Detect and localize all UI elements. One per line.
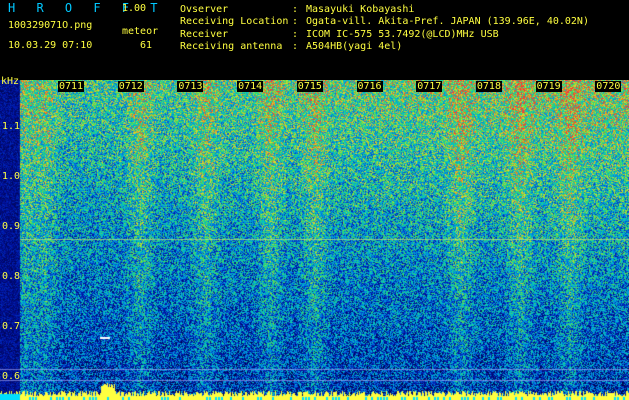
antenna-label: Receiving antenna	[180, 41, 283, 52]
time-tick-label: 0717	[416, 81, 443, 92]
file-name: 100329071O.png	[8, 20, 93, 31]
receiver-label: Receiver	[180, 29, 229, 40]
location-label: Receiving Location	[180, 16, 289, 27]
time-tick-label: 0719	[535, 81, 562, 92]
freq-unit-label: kHz	[1, 76, 20, 87]
antenna-sep: :	[292, 41, 299, 52]
y-tick-label: 0.7	[2, 321, 21, 332]
y-tick-label: 1.0	[2, 171, 21, 182]
y-tick-label: 0.8	[2, 271, 21, 282]
time-tick-label: 0715	[296, 81, 323, 92]
location-sep: :	[292, 16, 299, 27]
y-tick-label: 0.6	[2, 371, 21, 382]
header-panel: H R O F F T 1.00 100329071O.png meteor 1…	[0, 0, 629, 78]
y-tick-label: 0.9	[2, 221, 21, 232]
time-tick-label: 0714	[237, 81, 264, 92]
time-tick-label: 0711	[58, 81, 85, 92]
location-value: Ogata-vill. Akita-Pref. JAPAN (139.96E, …	[306, 16, 589, 27]
antenna-value: A504HB(yagi 4el)	[306, 41, 403, 52]
app-version: 1.00	[122, 3, 147, 14]
observer-label: Ovserver	[180, 4, 229, 15]
meteor-count: 61	[140, 40, 153, 51]
observer-sep: :	[292, 4, 299, 15]
time-tick-label: 0713	[177, 81, 204, 92]
spectrogram	[0, 80, 629, 400]
meteor-label: meteor	[122, 26, 159, 37]
time-tick-label: 0718	[475, 81, 502, 92]
receiver-sep: :	[292, 29, 299, 40]
observer-value: Masayuki Kobayashi	[306, 4, 415, 15]
receiver-value: ICOM IC-575 53.7492(@LCD)MHz USB	[306, 29, 499, 40]
time-tick-label: 0720	[595, 81, 622, 92]
datetime: 10.03.29 07:10	[8, 40, 93, 51]
time-tick-label: 0712	[117, 81, 144, 92]
y-tick-label: 1.1	[2, 121, 21, 132]
time-tick-label: 0716	[356, 81, 383, 92]
